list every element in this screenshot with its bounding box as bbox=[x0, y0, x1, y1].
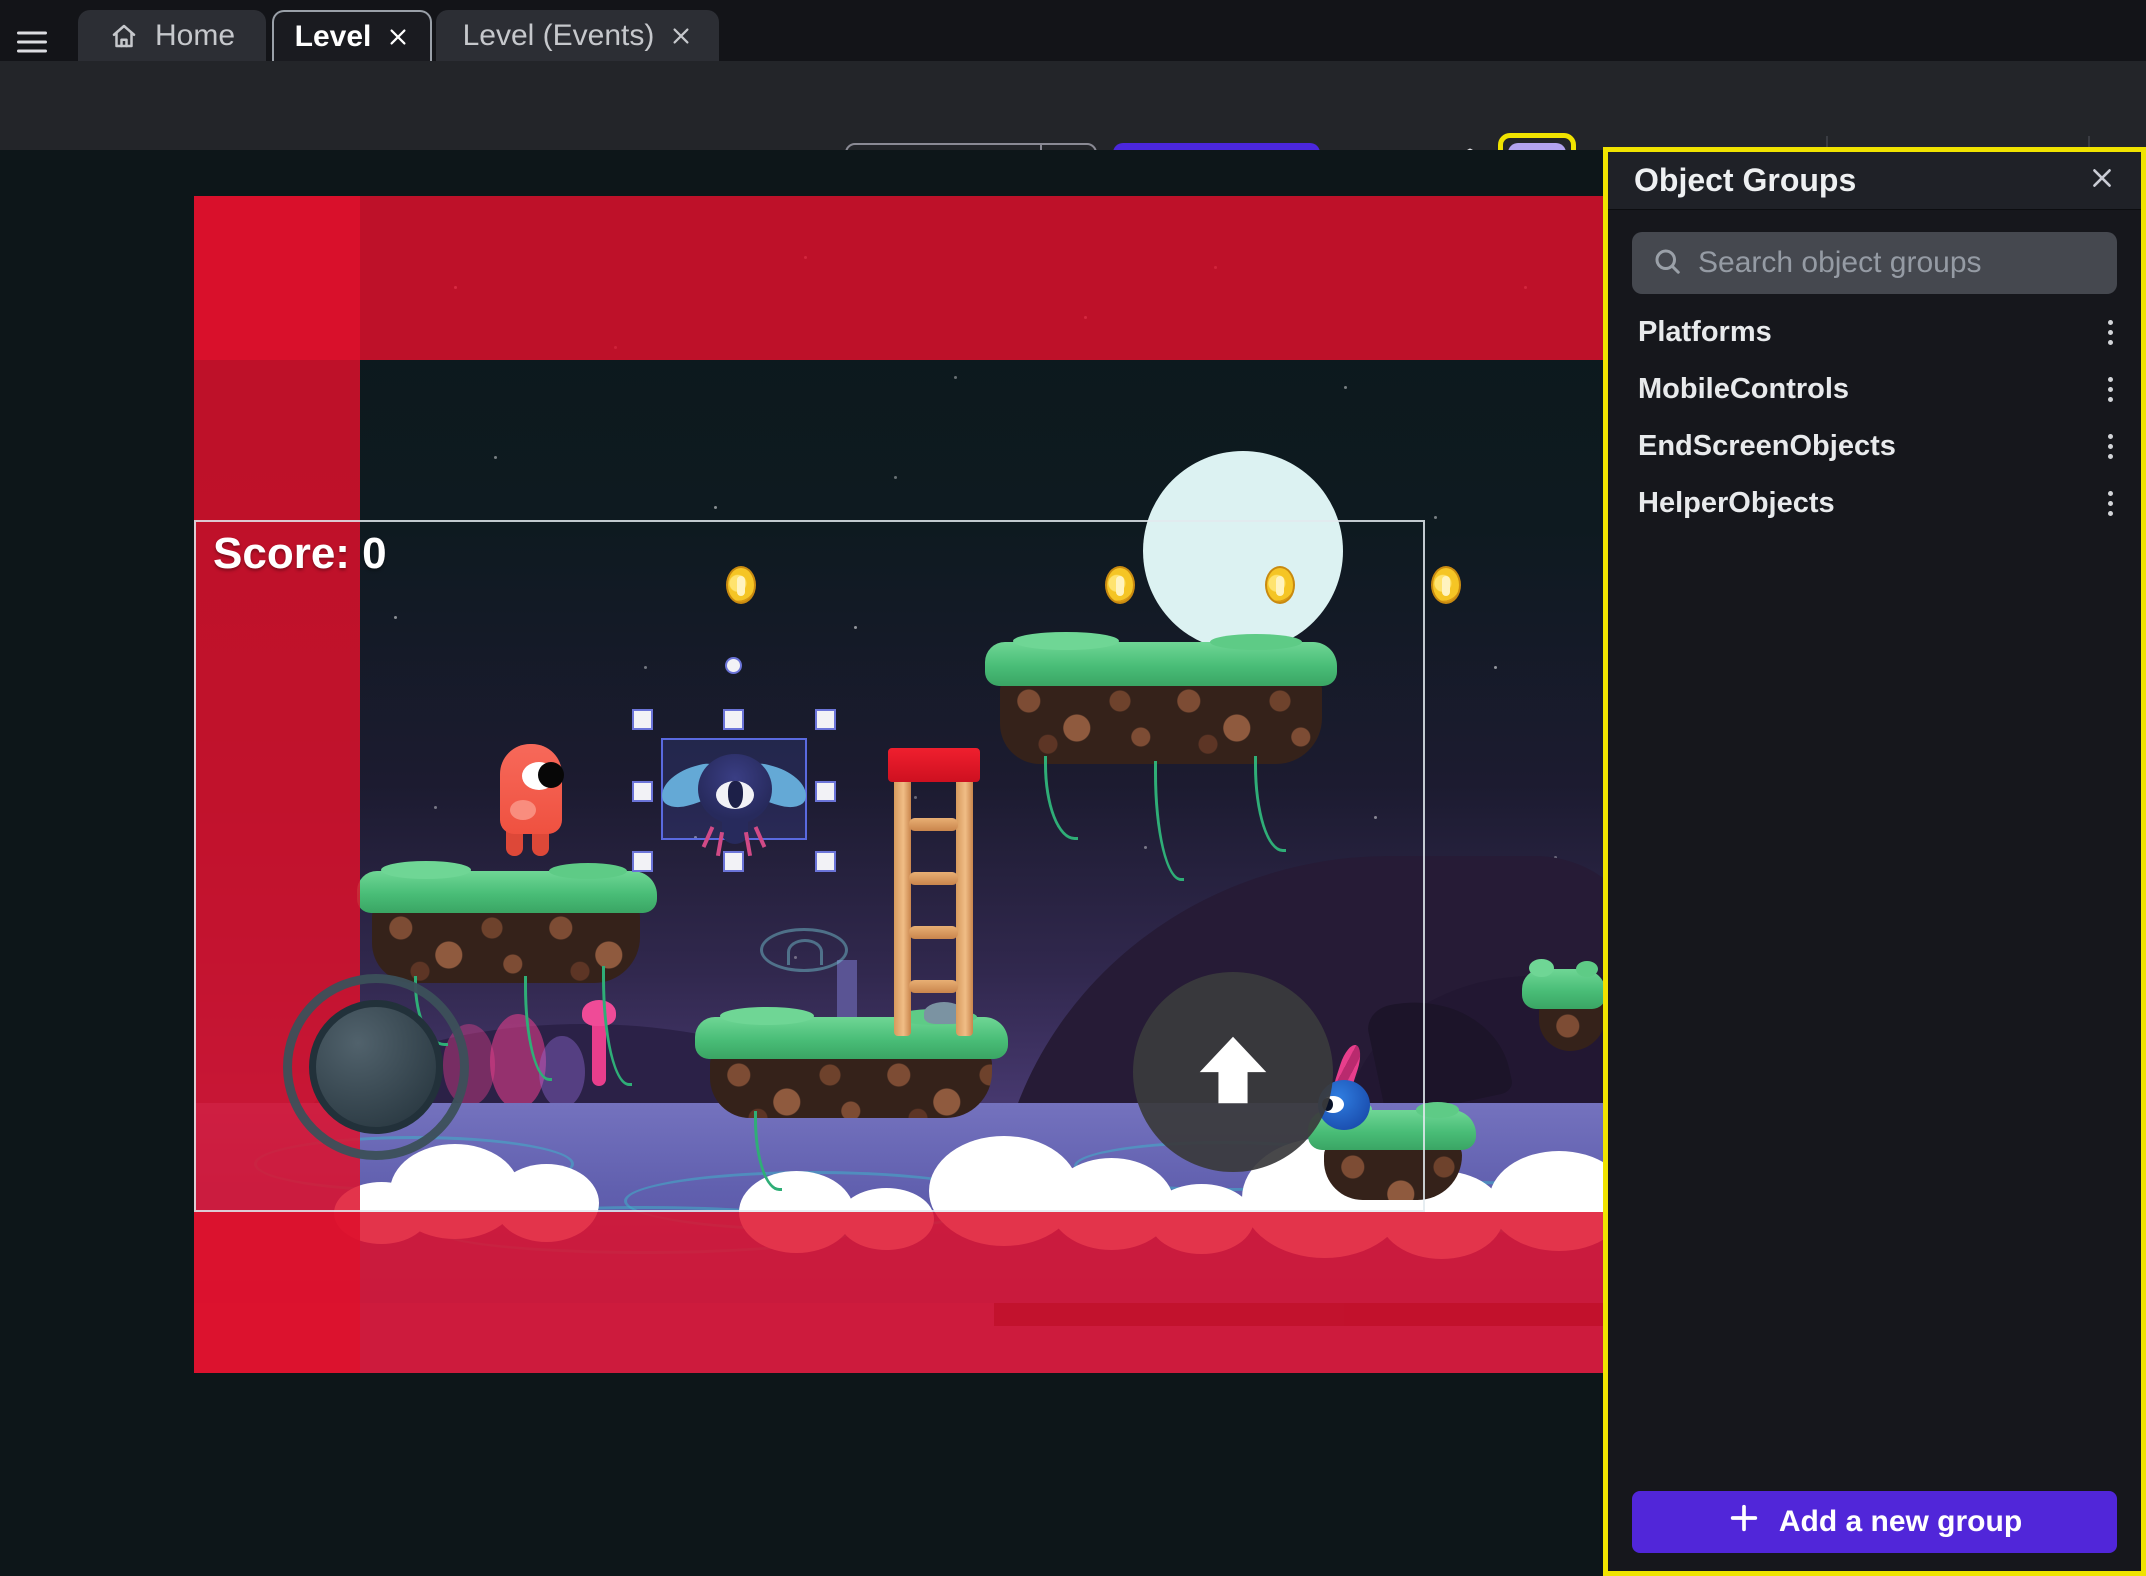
search-input[interactable] bbox=[1698, 246, 2097, 280]
group-label: HelperObjects bbox=[1638, 487, 1835, 520]
group-row-endscreenobjects[interactable]: EndScreenObjects bbox=[1608, 418, 2141, 475]
tab-level-events-label: Level (Events) bbox=[463, 19, 655, 53]
kebab-menu-icon[interactable] bbox=[2102, 485, 2119, 522]
add-group-label: Add a new group bbox=[1779, 1505, 2022, 1539]
danger-zone-bottom[interactable] bbox=[194, 1212, 1606, 1373]
search-box[interactable] bbox=[1632, 232, 2117, 294]
group-row-helperobjects[interactable]: HelperObjects bbox=[1608, 475, 2141, 532]
tab-bar: Home Level Level (Events) bbox=[0, 0, 2146, 61]
home-icon bbox=[109, 21, 139, 51]
kebab-menu-icon[interactable] bbox=[2102, 314, 2119, 351]
group-label: EndScreenObjects bbox=[1638, 430, 1896, 463]
game-scene: Score: 0 bbox=[194, 196, 1606, 1373]
group-label: Platforms bbox=[1638, 316, 1772, 349]
danger-zone-top[interactable] bbox=[194, 196, 1606, 360]
group-row-mobilecontrols[interactable]: MobileControls bbox=[1608, 361, 2141, 418]
tab-level-events-close-icon[interactable] bbox=[670, 25, 692, 47]
coin-sprite[interactable] bbox=[1431, 566, 1461, 604]
hamburger-menu-icon[interactable] bbox=[12, 22, 52, 62]
tab-level-label: Level bbox=[295, 20, 372, 54]
group-label: MobileControls bbox=[1638, 373, 1849, 406]
scene-editor-canvas[interactable]: Score: 0 757;-369 bbox=[0, 150, 1606, 1576]
kebab-menu-icon[interactable] bbox=[2102, 371, 2119, 408]
tab-level-events[interactable]: Level (Events) bbox=[436, 10, 719, 61]
plus-icon bbox=[1727, 1501, 1761, 1543]
score-hud-text: Score: 0 bbox=[213, 529, 387, 579]
close-icon[interactable] bbox=[2089, 165, 2115, 196]
tab-level-close-icon[interactable] bbox=[387, 26, 409, 48]
group-row-platforms[interactable]: Platforms bbox=[1608, 304, 2141, 361]
toolbar: Preview Publish bbox=[0, 61, 2146, 150]
add-group-button[interactable]: Add a new group bbox=[1632, 1491, 2117, 1553]
tab-home[interactable]: Home bbox=[78, 10, 266, 61]
game-window-frame bbox=[194, 520, 1425, 1212]
tab-home-label: Home bbox=[155, 19, 235, 53]
kebab-menu-icon[interactable] bbox=[2102, 428, 2119, 465]
tab-level[interactable]: Level bbox=[272, 10, 432, 61]
panel-title: Object Groups bbox=[1634, 162, 1856, 199]
search-icon bbox=[1652, 246, 1682, 281]
group-list: Platforms MobileControls EndScreenObject… bbox=[1608, 304, 2141, 532]
object-groups-panel: Object Groups Platforms MobileControls E… bbox=[1603, 147, 2146, 1576]
panel-header: Object Groups bbox=[1608, 152, 2141, 210]
game-editor-window: Home Level Level (Events) bbox=[0, 0, 2146, 1576]
